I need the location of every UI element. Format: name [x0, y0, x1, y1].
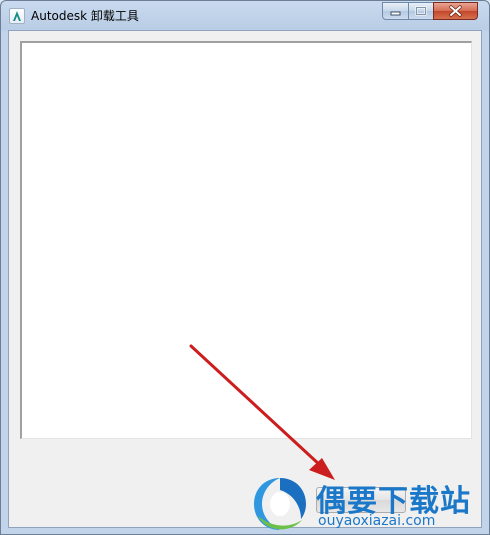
maximize-icon	[415, 6, 427, 16]
minimize-button[interactable]	[382, 2, 409, 20]
autodesk-logo-icon	[9, 8, 25, 24]
close-icon	[449, 5, 462, 17]
close-button[interactable]	[433, 2, 478, 20]
red-arrow-icon	[189, 344, 335, 480]
minimize-icon	[390, 11, 401, 16]
site-watermark: 偶要下载站 ouyaoxiazai.com	[246, 470, 490, 535]
title-bar[interactable]: Autodesk 卸载工具	[1, 1, 489, 29]
watermark-url: ouyaoxiazai.com	[318, 513, 436, 529]
ouyao-logo-icon	[254, 478, 306, 530]
maximize-button[interactable]	[408, 2, 434, 20]
window-title: Autodesk 卸载工具	[31, 9, 139, 23]
